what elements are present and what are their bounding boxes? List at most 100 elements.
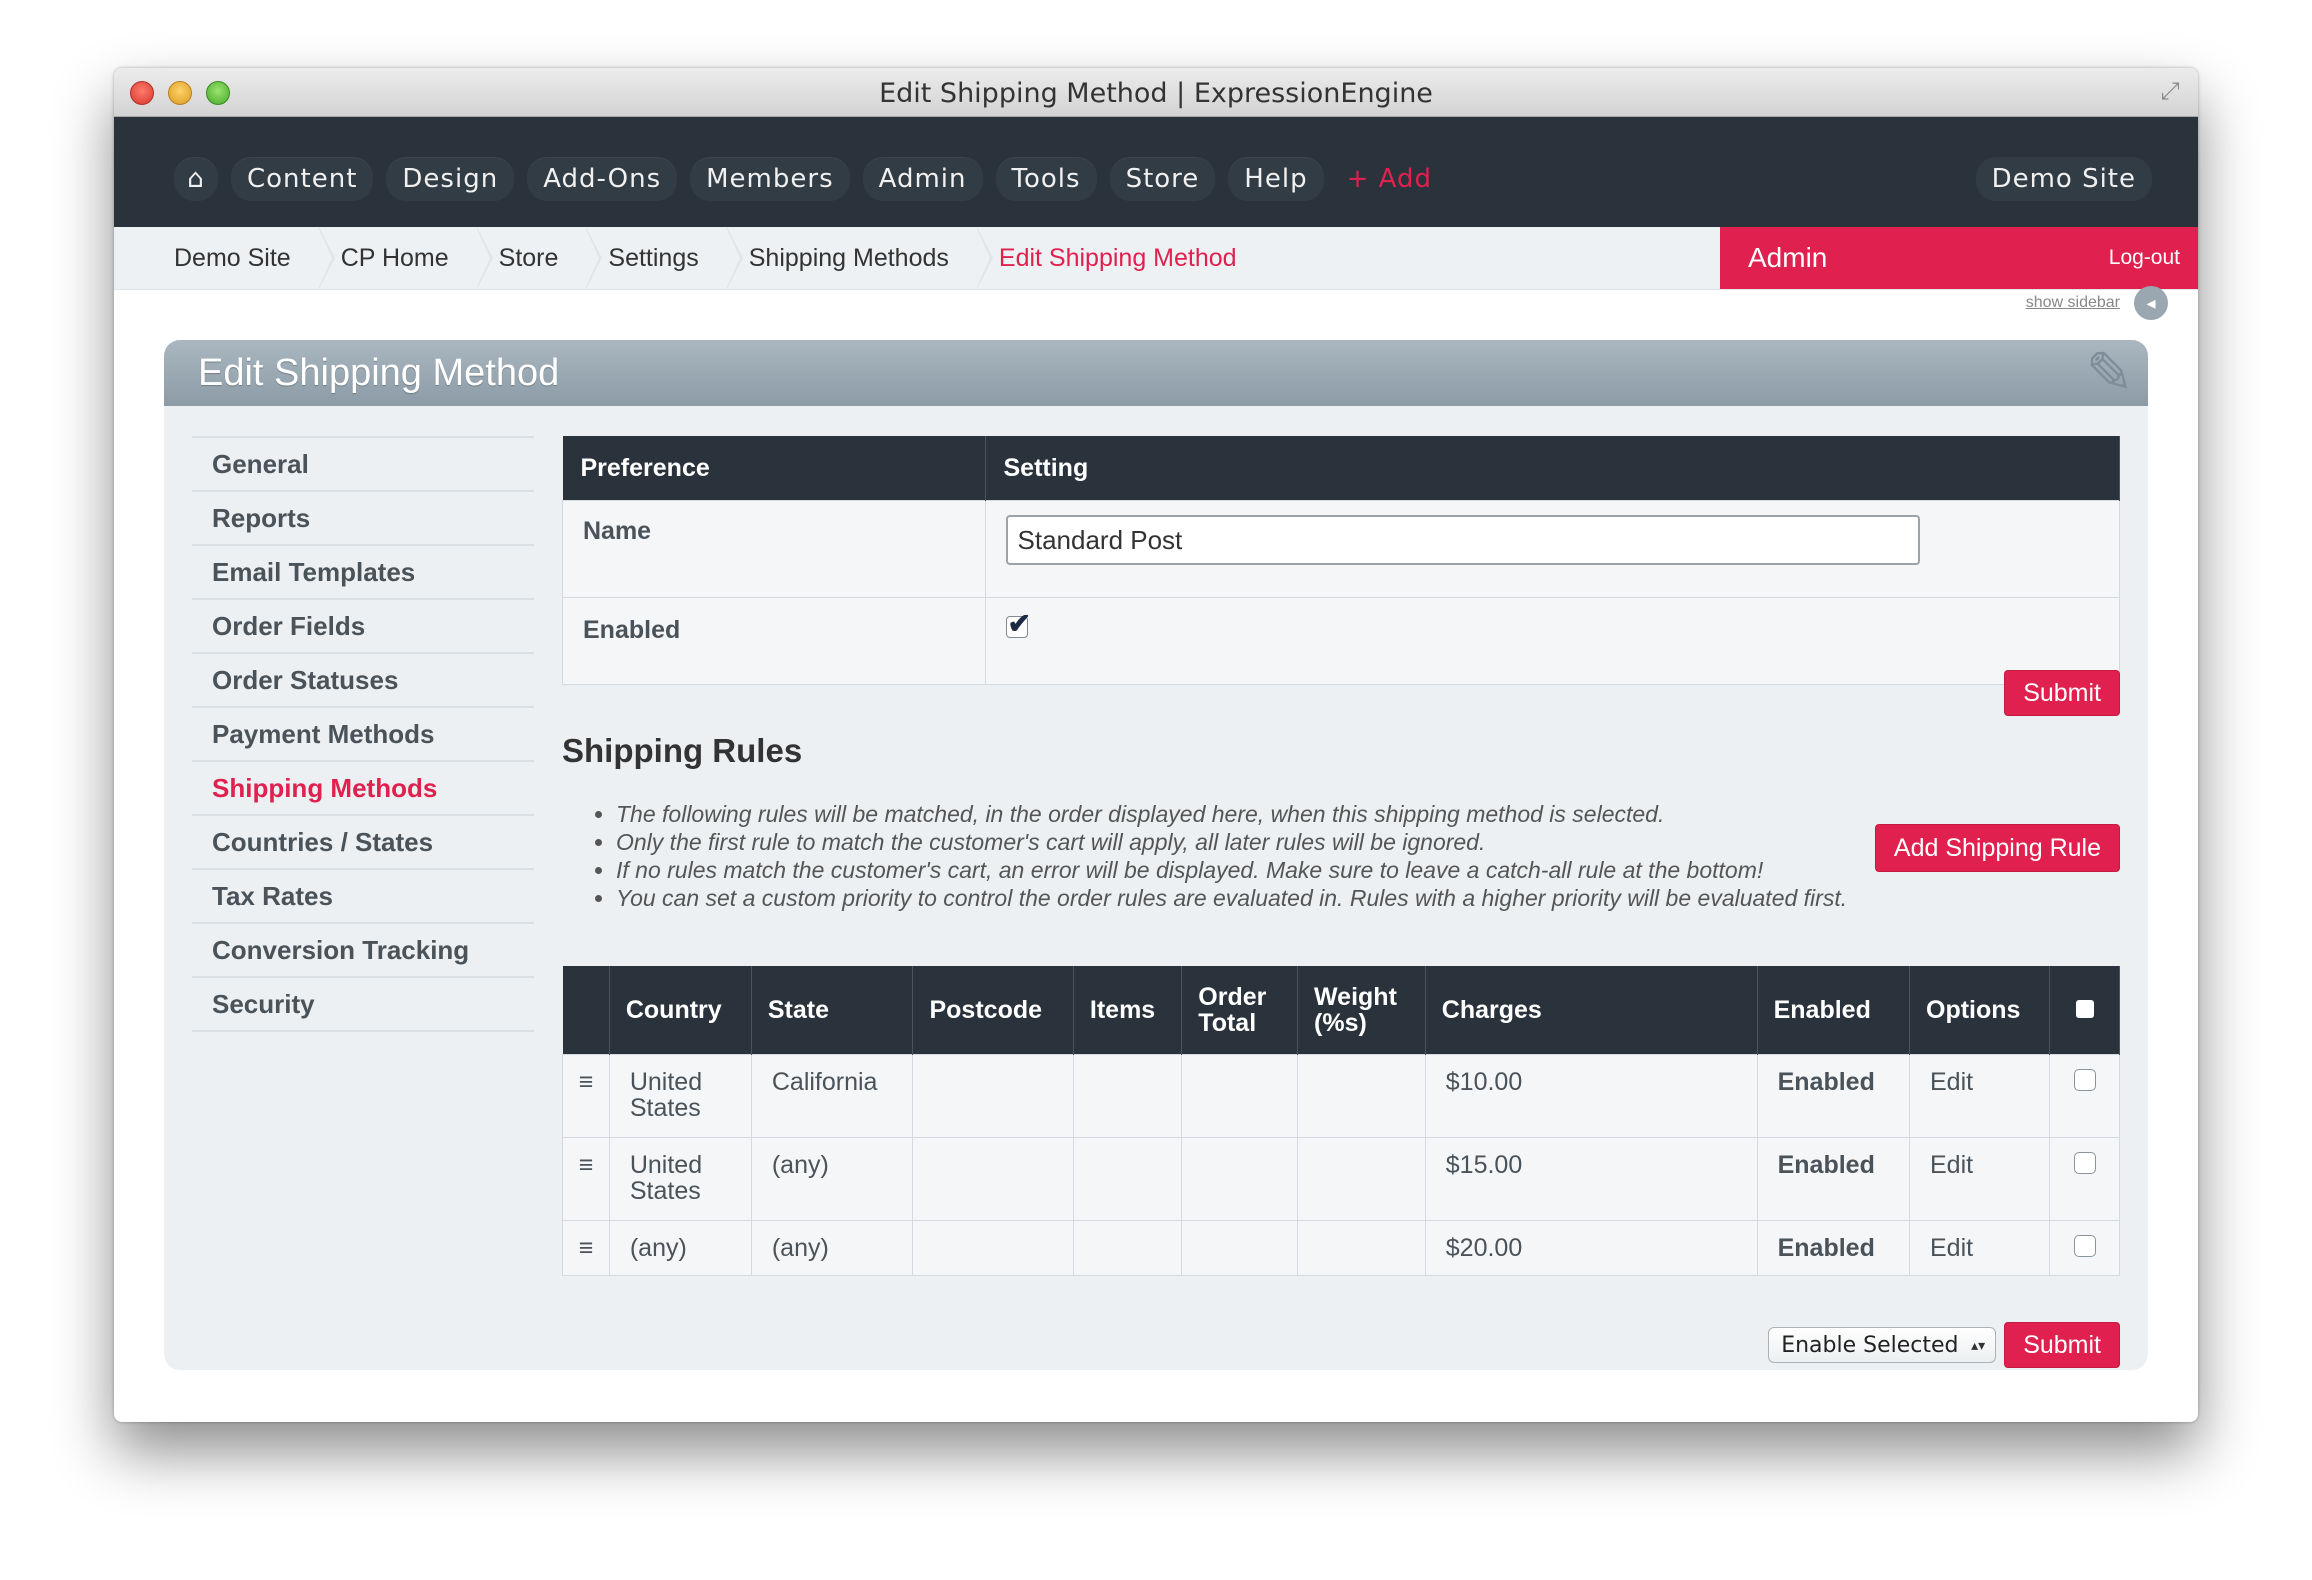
list-item: Only the first rule to match the custome…	[616, 828, 1896, 856]
nav-home-button[interactable]: ⌂	[174, 157, 218, 201]
column-header-state: State	[751, 966, 914, 1055]
main-column: Preference Setting Name Standard Post En…	[562, 436, 2120, 1368]
main-nav: ⌂ Content Design Add-Ons Members Admin T…	[114, 117, 2198, 227]
column-header-preference: Preference	[562, 436, 986, 501]
shipping-rules-heading: Shipping Rules	[562, 732, 803, 769]
cell-items	[1072, 1137, 1183, 1221]
bulk-actions: Enable Selected ▴▾ Submit	[1768, 1322, 2120, 1368]
nav-item-members[interactable]: Members	[690, 157, 850, 201]
cell-country: United States	[608, 1137, 752, 1221]
submit-button-top[interactable]: Submit	[2004, 670, 2120, 716]
menu-item-tax-rates[interactable]: Tax Rates	[192, 868, 534, 922]
status-badge: Enabled	[1756, 1054, 1911, 1138]
row-checkbox[interactable]	[2073, 1235, 2096, 1257]
nav-item-tools[interactable]: Tools	[995, 157, 1097, 201]
table-row: ≡ (any) (any) $20.00 Enabled Edit	[562, 1220, 2120, 1276]
menu-item-conversion-tracking[interactable]: Conversion Tracking	[192, 922, 534, 976]
window-title: Edit Shipping Method | ExpressionEngine	[879, 78, 1433, 109]
menu-item-security[interactable]: Security	[192, 976, 534, 1032]
user-bar: Admin Log-out	[1720, 227, 2198, 289]
column-header-handle	[562, 966, 610, 1055]
column-header-charges: Charges	[1425, 966, 1758, 1055]
cell-charges: $15.00	[1424, 1137, 1758, 1221]
nav-item-content[interactable]: Content	[231, 157, 374, 201]
shipping-rules-notes: The following rules will be matched, in …	[584, 800, 1896, 912]
status-badge: Enabled	[1756, 1137, 1911, 1221]
cell-postcode	[912, 1054, 1074, 1138]
menu-item-order-statuses[interactable]: Order Statuses	[192, 652, 534, 706]
drag-handle-icon[interactable]: ≡	[562, 1220, 610, 1276]
name-field[interactable]: Standard Post	[1005, 515, 1920, 565]
title-bar: Edit Shipping Method | ExpressionEngine …	[114, 68, 2198, 117]
row-checkbox[interactable]	[2073, 1069, 2096, 1091]
enabled-checkbox[interactable]	[1005, 607, 1031, 640]
nav-item-admin[interactable]: Admin	[862, 157, 983, 201]
table-row: ≡ United States (any) $15.00 Enabled Edi…	[562, 1137, 2120, 1221]
cell-country: (any)	[608, 1220, 752, 1276]
column-header-postcode: Postcode	[912, 966, 1074, 1055]
nav-item-help[interactable]: Help	[1228, 157, 1324, 201]
list-item: The following rules will be matched, in …	[616, 800, 1896, 828]
breadcrumb-cp-home[interactable]: CP Home	[321, 227, 493, 289]
bulk-action-select[interactable]: Enable Selected ▴▾	[1768, 1327, 1997, 1363]
edit-rule-link[interactable]: Edit	[1908, 1054, 2051, 1138]
row-checkbox[interactable]	[2073, 1152, 2096, 1174]
nav-add-button[interactable]: + Add	[1337, 157, 1442, 201]
fullscreen-icon[interactable]: ⤢	[2156, 78, 2184, 106]
column-header-order-total: Order Total	[1181, 966, 1299, 1055]
select-all-checkbox[interactable]	[2075, 1000, 2094, 1018]
breadcrumb-store[interactable]: Store	[479, 227, 603, 289]
bulk-action-value: Enable Selected	[1781, 1333, 1959, 1358]
edit-rule-link[interactable]: Edit	[1908, 1220, 2051, 1276]
cell-items	[1072, 1054, 1183, 1138]
nav-item-design[interactable]: Design	[386, 157, 515, 201]
cell-charges: $20.00	[1424, 1220, 1758, 1276]
cell-state: (any)	[750, 1137, 914, 1221]
list-item: If no rules match the customer's cart, a…	[616, 856, 1896, 884]
submit-button-bottom[interactable]: Submit	[2004, 1322, 2120, 1368]
drag-handle-icon[interactable]: ≡	[562, 1137, 610, 1221]
column-header-weight: Weight (%s)	[1297, 966, 1426, 1055]
breadcrumb-current: Edit Shipping Method	[998, 244, 1237, 272]
show-sidebar-link[interactable]: show sidebar	[2026, 294, 2120, 312]
add-shipping-rule-button[interactable]: Add Shipping Rule	[1874, 824, 2120, 872]
breadcrumb-demo-site[interactable]: Demo Site	[154, 227, 335, 289]
preferences-table: Preference Setting Name Standard Post En…	[562, 436, 2120, 685]
column-header-setting: Setting	[985, 436, 2120, 501]
app-window: Edit Shipping Method | ExpressionEngine …	[114, 68, 2198, 1422]
edit-rule-link[interactable]: Edit	[1908, 1137, 2051, 1221]
breadcrumb: Demo Site CP Home Store Settings Shippin…	[114, 227, 2198, 290]
column-header-items: Items	[1073, 966, 1183, 1055]
menu-item-countries-states[interactable]: Countries / States	[192, 814, 534, 868]
site-switcher-button[interactable]: Demo Site	[1975, 157, 2152, 201]
nav-item-store[interactable]: Store	[1109, 157, 1216, 201]
menu-item-email-templates[interactable]: Email Templates	[192, 544, 534, 598]
page-title: Edit Shipping Method	[198, 352, 560, 394]
cell-order-total	[1181, 1137, 1299, 1221]
column-header-country: Country	[609, 966, 752, 1055]
column-header-options: Options	[1909, 966, 2051, 1055]
nav-item-add-ons[interactable]: Add-Ons	[527, 157, 678, 201]
panel-header: Edit Shipping Method ✎	[164, 340, 2148, 406]
home-icon: ⌂	[187, 164, 205, 194]
name-label: Name	[562, 500, 986, 598]
menu-item-order-fields[interactable]: Order Fields	[192, 598, 534, 652]
menu-item-payment-methods[interactable]: Payment Methods	[192, 706, 534, 760]
list-item: You can set a custom priority to control…	[616, 884, 1896, 912]
cell-weight	[1297, 1137, 1426, 1221]
cell-postcode	[912, 1220, 1074, 1276]
sidebar-toggle-icon[interactable]: ◂	[2134, 286, 2168, 320]
cell-country: United States	[608, 1054, 752, 1138]
menu-item-reports[interactable]: Reports	[192, 490, 534, 544]
user-name-link[interactable]: Admin	[1748, 227, 1827, 289]
drag-handle-icon[interactable]: ≡	[562, 1054, 610, 1138]
content-panel: Edit Shipping Method ✎ General Reports E…	[164, 340, 2148, 1370]
enabled-label: Enabled	[562, 597, 986, 685]
menu-item-general[interactable]: General	[192, 436, 534, 490]
pencil-icon: ✎	[2085, 341, 2134, 406]
breadcrumb-shipping-methods[interactable]: Shipping Methods	[729, 227, 994, 289]
menu-item-shipping-methods[interactable]: Shipping Methods	[192, 760, 534, 814]
logout-link[interactable]: Log-out	[2109, 227, 2180, 289]
select-arrows-icon: ▴▾	[1971, 1338, 1986, 1354]
breadcrumb-settings[interactable]: Settings	[588, 227, 744, 289]
